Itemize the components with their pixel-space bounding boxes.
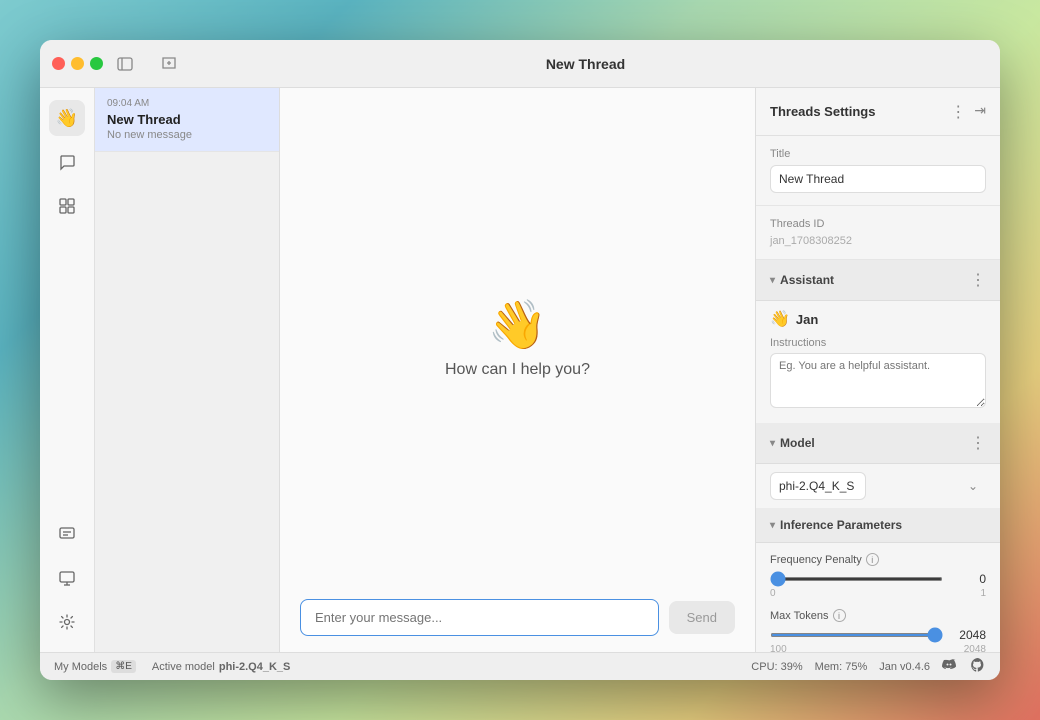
active-model-value: phi-2.Q4_K_S	[219, 661, 291, 673]
model-chevron-icon[interactable]: ▾	[770, 438, 775, 449]
new-chat-icon[interactable]	[155, 50, 183, 78]
model-label: Model	[780, 436, 815, 450]
thread-list: 09:04 AM New Thread No new message	[95, 88, 280, 652]
frequency-penalty-info-icon[interactable]: i	[866, 553, 879, 566]
instructions-label: Instructions	[756, 337, 1000, 353]
max-tokens-label: Max Tokens i	[770, 609, 986, 622]
max-tokens-range: 100 2048	[770, 644, 986, 652]
max-tokens-max: 2048	[964, 644, 986, 652]
frequency-penalty-slider-row: 0	[770, 572, 986, 586]
send-button[interactable]: Send	[669, 601, 735, 634]
sidebar-item-home[interactable]: 👋	[49, 100, 85, 136]
max-tokens-min: 100	[770, 644, 787, 652]
model-select-row: phi-2.Q4_K_S phi-2.Q4_K_M llama2.Q4	[756, 464, 1000, 508]
sidebar-item-chat[interactable]	[49, 144, 85, 180]
chat-area: 👋 How can I help you? Send	[280, 88, 755, 652]
inference-label: Inference Parameters	[780, 518, 902, 532]
welcome-text: How can I help you?	[445, 361, 590, 379]
my-models-label: My Models	[54, 661, 107, 673]
max-tokens-info-icon[interactable]: i	[833, 609, 846, 622]
collapse-icon[interactable]: ⇥	[974, 102, 986, 122]
sidebar-item-messages[interactable]	[49, 516, 85, 552]
right-panel-header: Threads Settings ⋮ ⇥	[756, 88, 1000, 136]
frequency-penalty-slider[interactable]	[770, 577, 943, 581]
main-window: New Thread 👋	[40, 40, 1000, 680]
github-icon[interactable]	[970, 657, 986, 676]
right-panel: Threads Settings ⋮ ⇥ Title Threads ID ja…	[755, 88, 1000, 652]
inference-section-title: ▾ Inference Parameters	[770, 518, 902, 532]
assistant-row: 👋 Jan	[756, 301, 1000, 337]
traffic-lights	[52, 57, 103, 70]
frequency-penalty-max: 1	[980, 588, 986, 599]
max-tokens-value: 2048	[951, 628, 986, 642]
status-bar: My Models ⌘E Active model phi-2.Q4_K_S C…	[40, 652, 1000, 680]
title-section: Title	[756, 136, 1000, 206]
thread-list-item[interactable]: 09:04 AM New Thread No new message	[95, 88, 279, 152]
minimize-button[interactable]	[71, 57, 84, 70]
assistant-avatar: 👋	[770, 309, 790, 329]
version-label: Jan v0.4.6	[879, 661, 930, 673]
cpu-label: CPU: 39%	[751, 661, 802, 673]
threads-id-section: Threads ID jan_1708308252	[756, 206, 1000, 260]
my-models-item[interactable]: My Models ⌘E	[54, 660, 136, 673]
assistant-name: Jan	[796, 312, 818, 327]
chat-input-area: Send	[280, 587, 755, 652]
sidebar-item-grid[interactable]	[49, 188, 85, 224]
frequency-penalty-value: 0	[951, 572, 986, 586]
right-panel-title: Threads Settings	[770, 104, 875, 119]
assistant-menu-icon[interactable]: ⋮	[970, 270, 986, 290]
discord-icon[interactable]	[942, 657, 958, 676]
sidebar-bottom	[49, 516, 85, 640]
frequency-penalty-range: 0 1	[770, 588, 986, 599]
model-section-title: ▾ Model	[770, 436, 815, 450]
sidebar: 👋	[40, 88, 95, 652]
chat-input[interactable]	[300, 599, 659, 636]
threads-id-value: jan_1708308252	[770, 235, 986, 247]
assistant-chevron-icon[interactable]: ▾	[770, 275, 775, 286]
right-panel-icons: ⋮ ⇥	[950, 102, 986, 122]
sidebar-toggle-icon[interactable]	[115, 54, 135, 74]
frequency-penalty-min: 0	[770, 588, 776, 599]
assistant-section-title: ▾ Assistant	[770, 273, 834, 287]
model-select[interactable]: phi-2.Q4_K_S phi-2.Q4_K_M llama2.Q4	[770, 472, 866, 500]
thread-name: New Thread	[107, 112, 267, 127]
status-right: CPU: 39% Mem: 75% Jan v0.4.6	[751, 657, 986, 676]
sidebar-item-monitor[interactable]	[49, 560, 85, 596]
maximize-button[interactable]	[90, 57, 103, 70]
close-button[interactable]	[52, 57, 65, 70]
max-tokens-slider-row: 2048	[770, 628, 986, 642]
chat-messages: 👋 How can I help you?	[280, 88, 755, 587]
title-input[interactable]	[770, 165, 986, 193]
frequency-penalty-label: Frequency Penalty i	[770, 553, 986, 566]
active-model-item: Active model phi-2.Q4_K_S	[152, 661, 291, 673]
sidebar-item-settings[interactable]	[49, 604, 85, 640]
titlebar: New Thread	[40, 40, 1000, 88]
model-section-header: ▾ Model ⋮	[756, 423, 1000, 464]
inference-section: Frequency Penalty i 0 0 1 Max Tokens i	[756, 543, 1000, 652]
model-menu-icon[interactable]: ⋮	[970, 433, 986, 453]
inference-section-header: ▾ Inference Parameters	[756, 508, 1000, 543]
welcome-icon: 👋	[488, 296, 548, 353]
threads-id-label: Threads ID	[770, 218, 986, 230]
window-title: New Thread	[183, 56, 988, 72]
mem-label: Mem: 75%	[815, 661, 868, 673]
active-model-label: Active model	[152, 661, 215, 673]
more-options-icon[interactable]: ⋮	[950, 102, 966, 122]
my-models-shortcut: ⌘E	[111, 660, 136, 673]
instructions-textarea[interactable]	[770, 353, 986, 408]
thread-time: 09:04 AM	[107, 98, 267, 109]
main-content: 👋	[40, 88, 1000, 652]
inference-chevron-icon[interactable]: ▾	[770, 520, 775, 531]
thread-preview: No new message	[107, 129, 267, 141]
title-label: Title	[770, 148, 986, 160]
max-tokens-slider[interactable]	[770, 633, 943, 637]
assistant-section-header: ▾ Assistant ⋮	[756, 260, 1000, 301]
assistant-label: Assistant	[780, 273, 834, 287]
model-select-wrapper: phi-2.Q4_K_S phi-2.Q4_K_M llama2.Q4	[770, 472, 986, 500]
